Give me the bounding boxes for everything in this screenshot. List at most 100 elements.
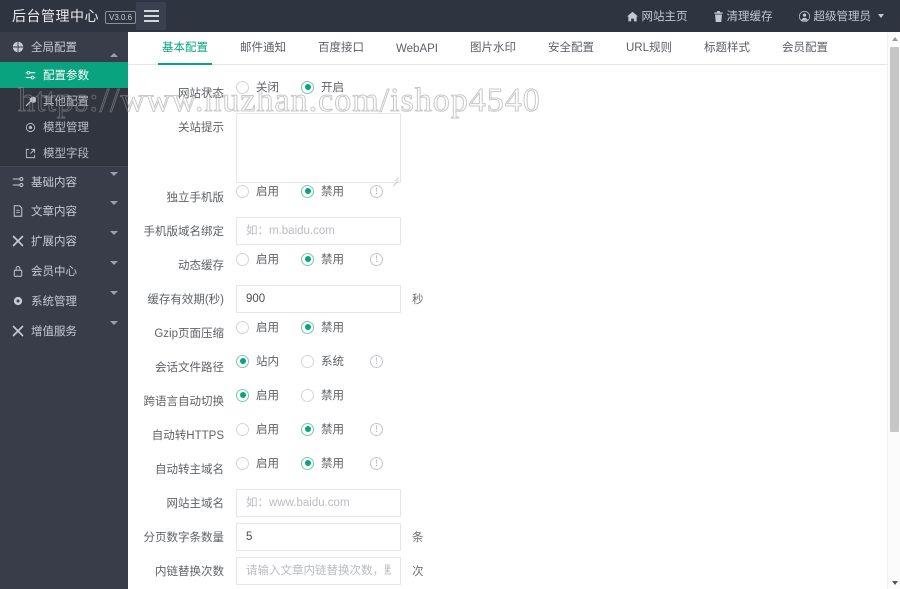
scroll-up-arrow[interactable]: [888, 32, 900, 45]
tab-2[interactable]: 百度接口: [302, 39, 380, 64]
radio-selected-icon[interactable]: [236, 354, 249, 368]
cog-icon: [24, 121, 36, 133]
info-icon[interactable]: !: [370, 354, 383, 368]
sidebar-group-member-center[interactable]: 会员中心: [0, 256, 128, 286]
form-row-field: 秒: [236, 285, 900, 313]
header-item-clear-cache[interactable]: 清理缓存: [713, 8, 773, 24]
radio-selected-icon[interactable]: [301, 80, 314, 94]
radio-option[interactable]: 站内: [236, 353, 279, 369]
sidebar-group-global-config[interactable]: 全局配置: [0, 32, 128, 62]
header-item-home[interactable]: 网站主页: [626, 8, 688, 24]
radio-option[interactable]: 启用: [236, 251, 279, 267]
external-link-icon: [24, 147, 36, 159]
sidebar-group-basic-content[interactable]: 基础内容: [0, 166, 128, 196]
radio-unselected-icon[interactable]: [236, 184, 249, 198]
form-row: 自动转HTTPS 启用 禁用!: [128, 421, 900, 455]
scroll-down-arrow[interactable]: [888, 576, 900, 589]
tab-3[interactable]: WebAPI: [380, 43, 454, 64]
info-icon[interactable]: !: [370, 252, 383, 266]
closed-site-message-textarea[interactable]: [236, 113, 401, 183]
radio-unselected-icon[interactable]: [301, 388, 314, 402]
info-icon[interactable]: !: [370, 422, 383, 436]
radio-selected-icon[interactable]: [301, 456, 314, 470]
chevron-down-icon: [110, 231, 118, 247]
radio-option[interactable]: 禁用: [301, 455, 344, 471]
form-row-label: 会话文件路径: [155, 362, 224, 374]
form-row-label: 自动转主域名: [155, 464, 224, 476]
radio-selected-icon[interactable]: [301, 422, 314, 436]
chevron-down-icon: [110, 261, 118, 277]
config-form: 网站状态关闭开启关站提示独立手机版启用禁用!手机版域名绑定动态缓存启用禁用!缓存…: [128, 65, 900, 589]
tab-6[interactable]: URL规则: [610, 39, 688, 64]
sidebar-group-extension-content[interactable]: 扩展内容: [0, 226, 128, 256]
sidebar-group-basic-content-label: 基础内容: [31, 176, 77, 189]
sidebar-item-config-params-label: 配置参数: [43, 70, 89, 82]
sidebar-item-model-fields-label: 模型字段: [43, 148, 89, 160]
scrollbar-thumb[interactable]: [890, 47, 899, 432]
radio-selected-icon[interactable]: [236, 388, 249, 402]
text-input[interactable]: [236, 217, 401, 245]
form-row-field: 启用 禁用: [236, 387, 900, 403]
radio-unselected-icon[interactable]: [236, 456, 249, 470]
info-icon[interactable]: !: [370, 456, 383, 470]
sidebar-item-config-params[interactable]: 配置参数: [0, 62, 128, 88]
info-icon[interactable]: !: [370, 184, 383, 198]
radio-unselected-icon[interactable]: [301, 354, 314, 368]
radio-option[interactable]: 启用: [236, 387, 279, 403]
radio-unselected-icon[interactable]: [236, 422, 249, 436]
form-row-field: 次: [236, 557, 900, 585]
tab-8[interactable]: 会员配置: [766, 39, 844, 64]
sidebar-group-value-added-service-label: 增值服务: [31, 326, 77, 338]
text-input[interactable]: [236, 489, 401, 517]
radio-option[interactable]: 禁用: [301, 319, 344, 335]
form-row-field: 启用 禁用!: [236, 183, 900, 199]
version-badge: V3.0.6: [105, 10, 137, 24]
sidebar-group-article-content-label: 文章内容: [31, 206, 77, 218]
form-row-field: 启用 禁用!: [236, 251, 900, 267]
radio-option[interactable]: 禁用: [301, 251, 344, 267]
form-row-label: 跨语言自动切换: [143, 396, 225, 408]
text-input[interactable]: [236, 285, 401, 313]
text-input[interactable]: [236, 557, 401, 585]
chevron-down-icon: [110, 321, 118, 337]
tab-7[interactable]: 标题样式: [688, 39, 766, 64]
radio-option[interactable]: 启用: [236, 455, 279, 471]
radio-option[interactable]: 启用: [236, 183, 279, 199]
sidebar-item-model-manage[interactable]: 模型管理: [0, 114, 128, 140]
radio-option[interactable]: 禁用: [301, 387, 344, 403]
text-input[interactable]: [236, 523, 401, 551]
radio-option[interactable]: 禁用: [301, 421, 344, 437]
sidebar-group-article-content[interactable]: 文章内容: [0, 196, 128, 226]
radio-option[interactable]: 关闭: [236, 79, 279, 95]
tab-0[interactable]: 基本配置: [146, 39, 224, 65]
radio-option[interactable]: 开启: [301, 79, 344, 95]
tab-5[interactable]: 安全配置: [532, 39, 610, 64]
radio-unselected-icon[interactable]: [236, 252, 249, 266]
radio-unselected-icon[interactable]: [236, 80, 249, 94]
hamburger-icon[interactable]: [136, 2, 166, 30]
radio-option[interactable]: 启用: [236, 421, 279, 437]
radio-option-label: 禁用: [321, 424, 344, 436]
radio-option[interactable]: 禁用: [301, 183, 344, 199]
sidebar-item-model-fields[interactable]: 模型字段: [0, 140, 128, 166]
radio-selected-icon[interactable]: [301, 184, 314, 198]
tab-4[interactable]: 图片水印: [454, 39, 532, 64]
radio-unselected-icon[interactable]: [236, 320, 249, 334]
sidebar-group-system-manage[interactable]: 系统管理: [0, 286, 128, 316]
header-item-user[interactable]: 超级管理员: [798, 8, 884, 24]
sidebar-group-value-added-service[interactable]: 增值服务: [0, 316, 128, 346]
sidebar-group-global-config-label: 全局配置: [31, 42, 77, 54]
tab-bar: 基本配置 邮件通知 百度接口 WebAPI 图片水印 安全配置 URL规则 标题样式 会员配置: [128, 32, 900, 65]
radio-option[interactable]: 启用: [236, 319, 279, 335]
radio-selected-icon[interactable]: [301, 252, 314, 266]
radio-option-label: 系统: [321, 356, 344, 368]
input-unit-label: 条: [412, 532, 424, 544]
chevron-up-icon: [110, 41, 118, 57]
tab-1[interactable]: 邮件通知: [224, 39, 302, 64]
sidebar-item-other-config[interactable]: 其他配置: [0, 88, 128, 114]
radio-selected-icon[interactable]: [301, 320, 314, 334]
radio-option[interactable]: 系统: [301, 353, 344, 369]
vertical-scrollbar[interactable]: [887, 32, 900, 589]
sidebar[interactable]: 全局配置 配置参数 其他配置 模型管理 模型字段 基础内容 文章内容 扩展内容 …: [0, 32, 128, 589]
radio-option-label: 禁用: [321, 254, 344, 266]
